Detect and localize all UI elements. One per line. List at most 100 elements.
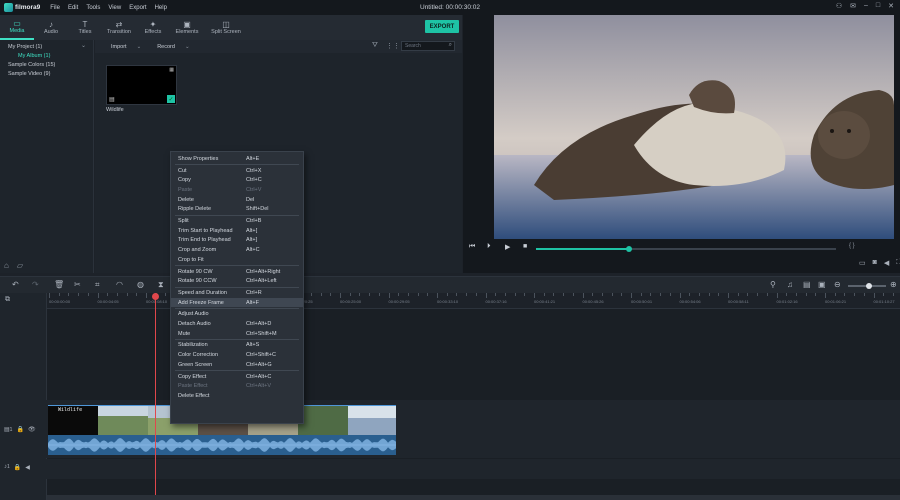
- menu-export[interactable]: Export: [129, 5, 146, 11]
- menu-item-paste-effect[interactable]: Paste Effect Ctrl+Alt+V: [171, 381, 303, 391]
- record-dropdown[interactable]: Record ⌄: [157, 44, 189, 50]
- cut-icon[interactable]: ✂: [74, 280, 81, 289]
- menu-item-ripple-delete[interactable]: Ripple Delete Shift+Del: [171, 205, 303, 215]
- menu-item-label: Split: [178, 218, 189, 225]
- open-folder-icon[interactable]: ▱: [17, 261, 23, 270]
- library-item-my-album[interactable]: My Album (1): [0, 51, 93, 60]
- snapshot-icon[interactable]: ◙: [873, 259, 877, 267]
- menu-item-cut[interactable]: Cut Ctrl+X: [171, 166, 303, 176]
- menu-item-show-properties[interactable]: Show Properties Alt+E: [171, 154, 303, 164]
- tab-audio[interactable]: ♪ Audio: [34, 15, 68, 40]
- menu-item-green-screen[interactable]: Green Screen Ctrl+Alt+G: [171, 360, 303, 370]
- menu-item-delete-effect[interactable]: Delete Effect: [171, 391, 303, 401]
- crop-icon[interactable]: ⌗: [95, 280, 100, 290]
- menu-item-delete[interactable]: Delete Del: [171, 195, 303, 205]
- menu-item-adjust-audio[interactable]: Adjust Audio: [171, 310, 303, 320]
- eye-icon[interactable]: 👁: [28, 426, 36, 433]
- menu-item-shortcut: Ctrl+Alt+D: [246, 321, 272, 328]
- timeline-scrollbar[interactable]: [47, 495, 900, 500]
- tab-transition[interactable]: ⇄ Transition: [102, 15, 136, 40]
- stop-icon[interactable]: ■: [523, 243, 527, 250]
- account-icon[interactable]: ⚇: [836, 2, 842, 10]
- filter-icon[interactable]: ⛛: [372, 42, 378, 50]
- new-folder-icon[interactable]: ⌂: [4, 261, 9, 270]
- media-thumbnail[interactable]: ▦ ▤ ✓: [106, 65, 177, 105]
- notification-icon[interactable]: ✉: [850, 2, 856, 10]
- voiceover-icon[interactable]: ▤: [803, 280, 811, 289]
- tab-split-screen[interactable]: ◫ Split Screen: [204, 15, 248, 40]
- search-input[interactable]: Search ⌕: [401, 41, 455, 51]
- zoom-in-icon[interactable]: ⊕: [890, 280, 897, 289]
- lock-icon[interactable]: 🔒: [14, 464, 21, 471]
- audio-mixer-icon[interactable]: ⧗: [158, 280, 164, 290]
- library-item-my-project[interactable]: My Project (1): [0, 42, 93, 51]
- undo-icon[interactable]: ↶: [12, 280, 19, 289]
- menu-item-rotate-90-ccw[interactable]: Rotate 90 CCW Ctrl+Alt+Left: [171, 276, 303, 286]
- library-item-sample-video[interactable]: Sample Video (9): [0, 69, 93, 78]
- export-button[interactable]: EXPORT: [425, 20, 459, 33]
- lock-icon[interactable]: 🔒: [16, 426, 23, 433]
- menu-item-split[interactable]: Split Ctrl+B: [171, 216, 303, 226]
- window-title: Untitled: 00:00:30:02: [420, 4, 480, 11]
- previous-frame-icon[interactable]: ⏮: [469, 243, 475, 251]
- menu-file[interactable]: File: [50, 5, 60, 11]
- tab-media[interactable]: ▭ Media: [0, 15, 34, 40]
- app-logo: filmora9: [4, 3, 40, 12]
- zoom-slider[interactable]: [848, 283, 886, 289]
- microphone-icon[interactable]: ♫: [787, 280, 793, 289]
- ruler-subtick: [58, 293, 60, 296]
- tab-titles[interactable]: T Titles: [68, 15, 102, 40]
- marker-icon[interactable]: ⚲: [770, 280, 776, 289]
- menu-item-color-correction[interactable]: Color Correction Ctrl+Shift+C: [171, 350, 303, 360]
- play-icon[interactable]: ▶: [505, 243, 510, 251]
- render-icon[interactable]: ▣: [818, 280, 826, 289]
- speed-icon[interactable]: ◠: [116, 280, 123, 289]
- chevron-down-icon[interactable]: ⌄: [81, 42, 86, 49]
- fullscreen-icon[interactable]: ⛶: [896, 259, 900, 267]
- menu-item-crop-to-fit[interactable]: Crop to Fit: [171, 255, 303, 265]
- add-track-icon[interactable]: ⧉: [5, 296, 10, 304]
- menu-item-mute[interactable]: Mute Ctrl+Shift+M: [171, 329, 303, 339]
- menu-item-paste[interactable]: Paste Ctrl+V: [171, 185, 303, 195]
- zoom-out-icon[interactable]: ⊖: [834, 280, 841, 289]
- menu-edit[interactable]: Edit: [68, 5, 78, 11]
- menu-item-shortcut: Ctrl+V: [246, 186, 262, 193]
- zoom-slider-knob[interactable]: [865, 283, 872, 289]
- menu-help[interactable]: Help: [155, 5, 167, 11]
- speaker-icon[interactable]: ◀: [25, 464, 30, 471]
- menu-tools[interactable]: Tools: [86, 5, 100, 11]
- menu-item-speed-and-duration[interactable]: Speed and Duration Ctrl+R: [171, 288, 303, 298]
- menu-item-add-freeze-frame[interactable]: Add Freeze Frame Alt+F: [171, 297, 303, 308]
- marker-brackets-icon[interactable]: { }: [849, 243, 855, 249]
- menu-item-rotate-90-cw[interactable]: Rotate 90 CW Ctrl+Alt+Right: [171, 267, 303, 277]
- menu-item-stabilization[interactable]: Stabilization Alt+S: [171, 341, 303, 351]
- maximize-icon[interactable]: □: [876, 2, 880, 10]
- tab-effects[interactable]: ✦ Effects: [136, 15, 170, 40]
- delete-icon[interactable]: 🗑: [54, 280, 64, 289]
- playhead-handle[interactable]: [152, 293, 159, 300]
- menu-item-detach-audio[interactable]: Detach Audio Ctrl+Alt+D: [171, 319, 303, 329]
- menu-view[interactable]: View: [108, 5, 121, 11]
- play-frame-icon[interactable]: ⏵: [487, 243, 491, 251]
- ruler-subtick: [475, 293, 477, 296]
- tab-label: Elements: [175, 29, 199, 35]
- tab-elements[interactable]: ▣ Elements: [170, 15, 204, 40]
- preview-scrubber[interactable]: [536, 246, 836, 252]
- audio-clip[interactable]: [48, 435, 396, 455]
- grid-view-icon[interactable]: ⋮⋮: [386, 42, 400, 50]
- search-icon[interactable]: ⌕: [449, 42, 452, 49]
- close-icon[interactable]: ✕: [888, 2, 894, 10]
- menu-item-trim-start-to-playhead[interactable]: Trim Start to Playhead Alt+[: [171, 226, 303, 236]
- menu-item-copy[interactable]: Copy Ctrl+C: [171, 175, 303, 185]
- scrubber-knob[interactable]: [626, 246, 632, 252]
- menu-item-trim-end-to-playhead[interactable]: Trim End to Playhead Alt+]: [171, 236, 303, 246]
- library-item-sample-colors[interactable]: Sample Colors (15): [0, 60, 93, 69]
- menu-item-crop-and-zoom[interactable]: Crop and Zoom Alt+C: [171, 245, 303, 255]
- monitor-icon[interactable]: ▭: [859, 259, 866, 267]
- volume-icon[interactable]: ◀: [884, 259, 889, 267]
- minimize-icon[interactable]: –: [864, 2, 868, 10]
- color-icon[interactable]: ◍: [137, 280, 144, 289]
- menu-item-copy-effect[interactable]: Copy Effect Ctrl+Alt+C: [171, 372, 303, 382]
- redo-icon[interactable]: ↷: [32, 280, 39, 289]
- import-dropdown[interactable]: Import ⌄: [111, 44, 141, 50]
